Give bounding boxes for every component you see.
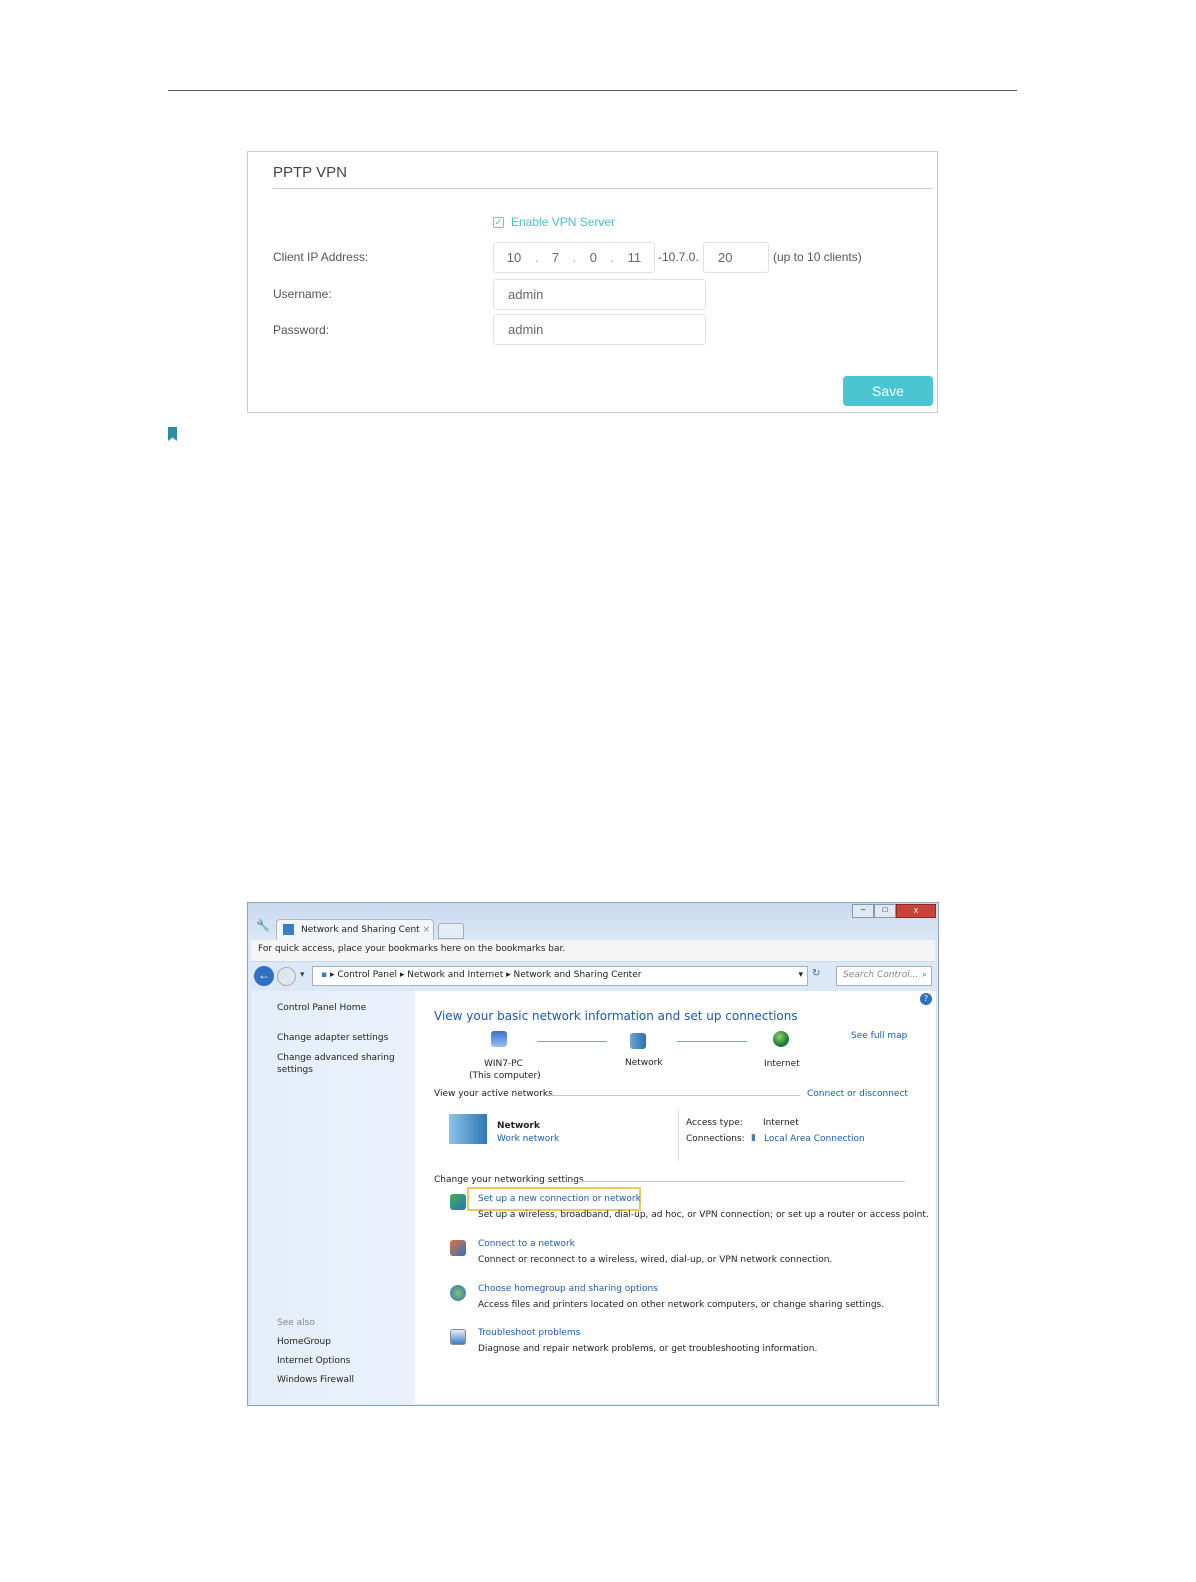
change-settings-label: Change your networking settings bbox=[434, 1175, 584, 1185]
task-link-connect-network[interactable]: Connect to a network bbox=[478, 1239, 575, 1249]
task-link-homegroup[interactable]: Choose homegroup and sharing options bbox=[478, 1284, 658, 1294]
connect-network-icon bbox=[450, 1240, 466, 1256]
tab-network-sharing[interactable]: Network and Sharing Cent × bbox=[276, 919, 434, 941]
tab-label: Network and Sharing Cent bbox=[301, 925, 420, 935]
history-dropdown-icon[interactable]: ▾ bbox=[300, 970, 305, 980]
close-button[interactable]: x bbox=[896, 904, 936, 918]
window-controls: – □ x bbox=[852, 904, 936, 918]
troubleshoot-icon bbox=[450, 1329, 466, 1345]
computer-icon bbox=[491, 1031, 507, 1047]
search-input[interactable]: Search Control... ⌕ bbox=[836, 966, 932, 986]
new-tab-button[interactable] bbox=[438, 923, 464, 939]
sidebar-item-advanced-sharing[interactable]: Change advanced sharing settings bbox=[277, 1052, 397, 1076]
task-desc: Diagnose and repair network problems, or… bbox=[478, 1344, 818, 1354]
access-type-label: Access type: bbox=[686, 1118, 743, 1128]
network-name: Network bbox=[497, 1121, 540, 1131]
network-building-icon bbox=[449, 1114, 487, 1144]
bookmarks-bar: For quick access, place your bookmarks h… bbox=[251, 940, 935, 962]
enable-vpn-checkbox[interactable]: ✓ Enable VPN Server bbox=[493, 215, 615, 229]
username-input[interactable]: admin bbox=[493, 279, 706, 310]
breadcrumb-item[interactable]: Network and Internet bbox=[407, 970, 503, 980]
homegroup-icon bbox=[450, 1285, 466, 1301]
map-network: Network bbox=[625, 1058, 663, 1068]
address-dropdown-icon[interactable]: ▾ bbox=[798, 970, 803, 980]
map-connector bbox=[677, 1041, 747, 1042]
sidebar: Control Panel Home Change adapter settin… bbox=[251, 991, 415, 1404]
task-desc: Connect or reconnect to a wireless, wire… bbox=[478, 1255, 833, 1265]
network-type-link[interactable]: Work network bbox=[497, 1134, 559, 1144]
refresh-icon[interactable]: ↻ bbox=[812, 968, 820, 979]
header-rule bbox=[168, 90, 1017, 91]
active-networks-label: View your active networks bbox=[434, 1089, 553, 1099]
range-prefix: -10.7.0. bbox=[658, 250, 699, 264]
see-full-map-link[interactable]: See full map bbox=[851, 1031, 907, 1041]
client-ip-end-input[interactable]: 20 bbox=[703, 242, 769, 273]
access-type-value: Internet bbox=[763, 1118, 799, 1128]
address-bar[interactable]: ▪ ▸ Control Panel ▸ Network and Internet… bbox=[312, 966, 808, 986]
sidebar-item-adapter[interactable]: Change adapter settings bbox=[277, 1033, 388, 1043]
see-also-internet-options[interactable]: Internet Options bbox=[277, 1356, 350, 1366]
map-pc: WIN7-PC bbox=[484, 1059, 523, 1069]
connect-disconnect-link[interactable]: Connect or disconnect bbox=[807, 1089, 908, 1099]
task-link-troubleshoot[interactable]: Troubleshoot problems bbox=[478, 1328, 580, 1338]
ip-octet-2[interactable]: 7 bbox=[552, 250, 559, 265]
search-placeholder: Search Control... bbox=[843, 970, 919, 980]
password-input[interactable]: admin bbox=[493, 314, 706, 345]
network-icon bbox=[630, 1033, 646, 1049]
help-icon[interactable]: ? bbox=[920, 993, 932, 1005]
enable-label: Enable VPN Server bbox=[511, 215, 616, 229]
see-also-firewall[interactable]: Windows Firewall bbox=[277, 1375, 354, 1385]
breadcrumb-item[interactable]: Control Panel bbox=[337, 970, 397, 980]
ip-octet-4[interactable]: 11 bbox=[628, 250, 642, 265]
password-label: Password: bbox=[273, 323, 330, 337]
search-icon[interactable]: ⌕ bbox=[922, 970, 927, 980]
minimize-button[interactable]: – bbox=[852, 904, 874, 918]
connections-label: Connections: bbox=[686, 1134, 745, 1144]
local-area-connection-link[interactable]: Local Area Connection bbox=[764, 1134, 865, 1144]
network-icon bbox=[283, 924, 294, 935]
forward-button[interactable] bbox=[277, 967, 296, 986]
main-content: ? View your basic network information an… bbox=[415, 991, 936, 1404]
network-icon: ▪ bbox=[321, 970, 328, 980]
map-connector bbox=[537, 1041, 607, 1042]
sidebar-home[interactable]: Control Panel Home bbox=[277, 1003, 366, 1013]
client-ip-start-input[interactable]: 10. 7. 0. 11 bbox=[493, 242, 655, 273]
wrench-icon[interactable]: 🔧 bbox=[256, 919, 270, 932]
divider bbox=[550, 1095, 800, 1096]
range-note: (up to 10 clients) bbox=[773, 250, 862, 264]
task-link-setup-connection[interactable]: Set up a new connection or network bbox=[478, 1194, 641, 1204]
map-internet: Internet bbox=[764, 1059, 800, 1069]
ip-octet-3[interactable]: 0 bbox=[590, 250, 597, 265]
new-connection-icon bbox=[450, 1194, 466, 1210]
username-label: Username: bbox=[273, 287, 332, 301]
note-bookmark-icon bbox=[168, 427, 177, 441]
page-heading: View your basic network information and … bbox=[434, 1009, 798, 1023]
breadcrumb-item[interactable]: Network and Sharing Center bbox=[514, 970, 642, 980]
divider bbox=[273, 188, 933, 189]
see-also-homegroup[interactable]: HomeGroup bbox=[277, 1337, 331, 1347]
task-desc: Access files and printers located on oth… bbox=[478, 1300, 885, 1310]
back-button[interactable]: ← bbox=[254, 966, 274, 986]
globe-icon bbox=[773, 1031, 789, 1047]
client-ip-label: Client IP Address: bbox=[273, 250, 369, 264]
maximize-button[interactable]: □ bbox=[874, 904, 896, 918]
task-desc: Set up a wireless, broadband, dial-up, a… bbox=[478, 1210, 929, 1220]
ethernet-icon: ▮ bbox=[751, 1133, 756, 1143]
pptp-vpn-panel: PPTP VPN ✓ Enable VPN Server Client IP A… bbox=[247, 151, 938, 413]
checkbox-checked-icon: ✓ bbox=[493, 216, 504, 228]
map-pc-sub: (This computer) bbox=[469, 1071, 541, 1081]
save-button[interactable]: Save bbox=[843, 376, 933, 406]
see-also-label: See also bbox=[277, 1318, 315, 1328]
divider bbox=[580, 1181, 905, 1182]
close-tab-icon[interactable]: × bbox=[423, 925, 431, 935]
browser-window: 🔧 Network and Sharing Cent × – □ x For q… bbox=[247, 902, 939, 1406]
divider bbox=[678, 1109, 679, 1161]
panel-title: PPTP VPN bbox=[273, 164, 347, 181]
ip-octet-1[interactable]: 10 bbox=[507, 250, 521, 265]
